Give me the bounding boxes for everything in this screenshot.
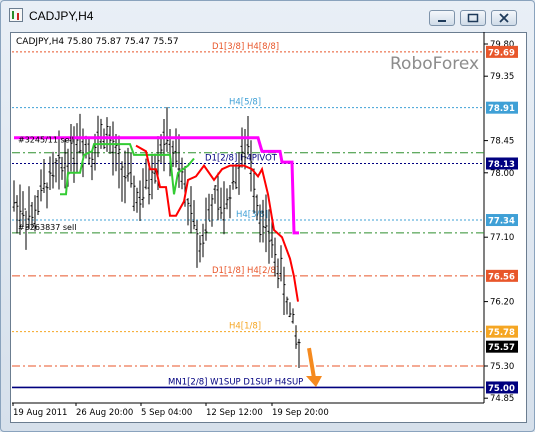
down-arrow-icon [306, 376, 322, 388]
sell-order-label: #3263837 sell [18, 223, 76, 232]
price-tick-label: 78.45 [490, 137, 514, 147]
price-tick-label: 78.00 [490, 169, 514, 179]
price-tag-label: 76.56 [488, 272, 515, 282]
price-tag-label: 75.78 [488, 328, 515, 338]
level-label: H4[1/8] [229, 322, 261, 332]
time-tick-label: 26 Aug 20:00 [76, 408, 133, 418]
time-tick-label: 19 Sep 20:00 [272, 408, 329, 418]
sell-order-label: #3245/11 sell [18, 136, 74, 145]
level-label: D1[2/8] H4PIVOT [205, 153, 278, 163]
level-label: H4[5/8] [229, 98, 261, 108]
red-indicator-line [135, 144, 299, 302]
price-tick-label: 77.10 [490, 233, 514, 243]
level-label: MN1[2/8] W1SUP D1SUP H4SUP [168, 377, 303, 387]
price-tag-label: 78.13 [488, 160, 515, 170]
price-tag-label: 78.91 [488, 104, 515, 114]
price-tick-label: 75.30 [490, 362, 514, 372]
price-tag-label: 77.34 [488, 217, 515, 227]
level-label: D1[1/8] H4[2/8] [212, 266, 279, 276]
price-tag-label: 79.69 [488, 48, 515, 58]
level-label: D1[3/8] H4[8/8] [212, 42, 279, 52]
price-tag-label: 75.00 [488, 384, 515, 394]
price-chart[interactable]: 79.8079.3578.4578.0077.1076.2075.3074.85… [0, 0, 535, 432]
price-tick-label: 74.85 [490, 394, 514, 404]
time-tick-label: 12 Sep 12:00 [206, 408, 263, 418]
price-tag-label: 75.57 [488, 343, 515, 353]
time-tick-label: 19 Aug 2011 [13, 408, 67, 418]
price-tick-label: 76.20 [490, 298, 514, 308]
time-tick-label: 5 Sep 04:00 [141, 408, 192, 418]
down-arrow-icon [307, 347, 316, 379]
price-tick-label: 79.35 [490, 72, 514, 82]
